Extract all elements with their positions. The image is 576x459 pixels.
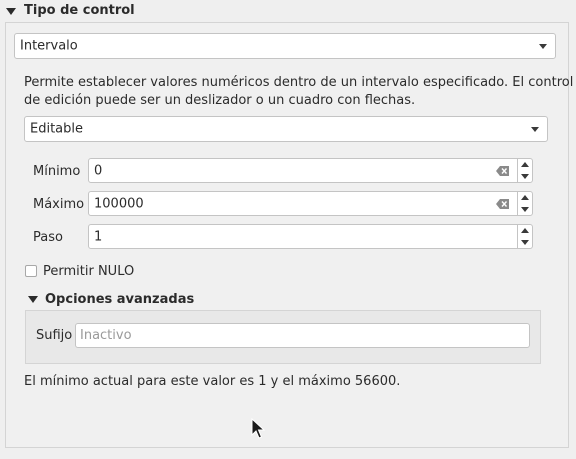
maximum-label: Máximo [33,197,85,212]
clear-icon[interactable] [496,165,510,177]
maximum-value: 100000 [94,196,144,211]
mouse-cursor-icon [251,418,265,439]
section-header-tipo-de-control[interactable]: Tipo de control [0,0,576,22]
minimum-spinbox[interactable]: 0 [88,158,533,183]
suffix-label: Sufijo [36,328,73,343]
maximum-spinbox[interactable]: 100000 [88,191,533,216]
section-title: Tipo de control [24,3,135,18]
minimum-spin-buttons[interactable] [517,159,532,182]
spin-up-icon[interactable] [521,195,529,200]
minimum-label: Mínimo [33,164,81,179]
maximum-spin-buttons[interactable] [517,192,532,215]
description-text: Permite establecer valores numéricos den… [24,74,573,110]
clear-icon[interactable] [496,198,510,210]
description-line-1: Permite establecer valores numéricos den… [24,75,574,90]
spin-up-icon[interactable] [521,162,529,167]
widget-type-combobox[interactable]: Intervalo [14,33,556,59]
spin-down-icon[interactable] [521,240,529,245]
collapse-triangle-icon[interactable] [6,8,16,15]
allow-null-label[interactable]: Permitir NULO [43,264,134,279]
suffix-input[interactable]: Inactivo [75,323,530,348]
minimum-value: 0 [94,163,103,178]
spin-up-icon[interactable] [521,228,529,233]
description-line-2: de edición puede ser un deslizador o un … [24,93,416,108]
allow-null-checkbox[interactable] [25,265,37,277]
advanced-options-title[interactable]: Opciones avanzadas [45,292,194,307]
widget-style-combobox[interactable]: Editable [24,116,548,142]
step-label: Paso [33,230,63,245]
collapse-triangle-icon[interactable] [28,296,38,303]
suffix-placeholder: Inactivo [80,328,132,343]
step-spin-buttons[interactable] [517,225,532,248]
step-spinbox[interactable]: 1 [88,224,533,249]
widget-style-value: Editable [30,121,84,137]
spin-down-icon[interactable] [521,207,529,212]
range-info-text: El mínimo actual para este valor es 1 y … [24,374,401,389]
chevron-down-icon[interactable] [531,127,539,132]
chevron-down-icon[interactable] [539,44,547,49]
spin-down-icon[interactable] [521,174,529,179]
widget-type-value: Intervalo [20,38,78,54]
step-value: 1 [94,229,103,244]
